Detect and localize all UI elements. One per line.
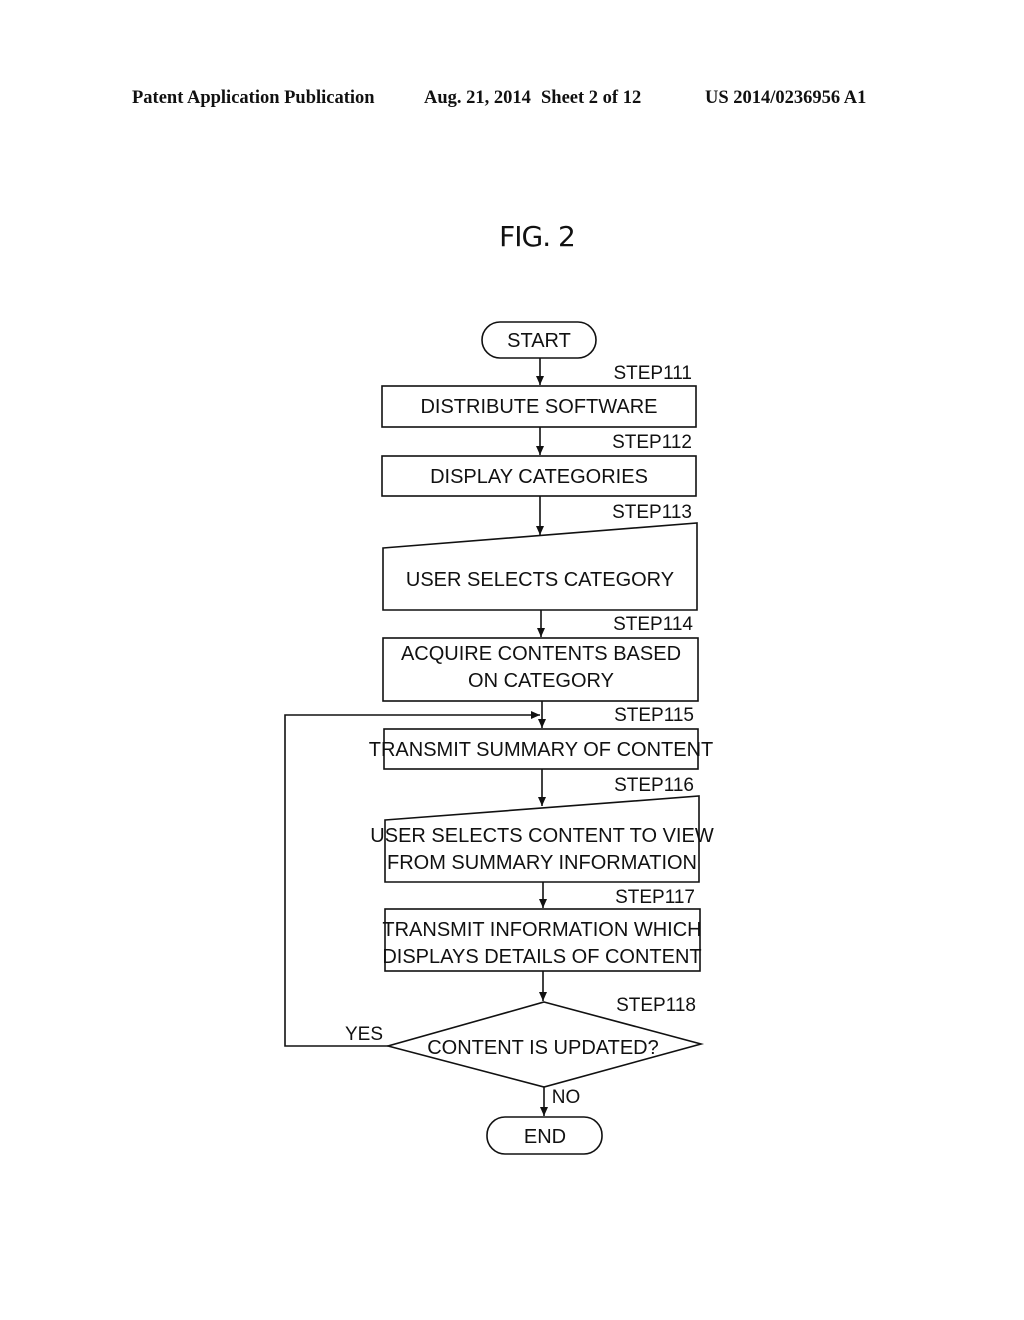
manual-input-step116: USER SELECTS CONTENT TO VIEW FROM SUMMAR… <box>370 795 714 883</box>
step-label: STEP111 <box>613 363 692 384</box>
step-text: ON CATEGORY <box>468 670 614 692</box>
step-label: STEP117 <box>615 887 695 908</box>
step-label: STEP113 <box>612 502 692 523</box>
loop-back-connector <box>284 711 540 1047</box>
no-label: NO <box>552 1087 581 1108</box>
step-text: DISTRIBUTE SOFTWARE <box>420 396 657 418</box>
step-text: TRANSMIT INFORMATION WHICH <box>382 919 701 941</box>
step-text: USER SELECTS CATEGORY <box>406 569 674 591</box>
step-text: FROM SUMMARY INFORMATION <box>387 852 697 874</box>
decision-text: CONTENT IS UPDATED? <box>427 1037 659 1059</box>
step-label: STEP112 <box>612 432 692 453</box>
step-text: USER SELECTS CONTENT TO VIEW <box>370 825 714 847</box>
step-label: STEP114 <box>613 614 693 635</box>
process-box-step111: DISTRIBUTE SOFTWARE <box>381 385 697 428</box>
process-box-step112: DISPLAY CATEGORIES <box>381 455 697 497</box>
process-box-step114: ACQUIRE CONTENTS BASED ON CATEGORY <box>382 637 699 702</box>
start-terminal: START <box>481 321 597 359</box>
step-text: DISPLAY CATEGORIES <box>430 466 648 488</box>
step-label: STEP115 <box>614 705 694 726</box>
process-box-step115: TRANSMIT SUMMARY OF CONTENT <box>369 728 713 770</box>
step-text: DISPLAYS DETAILS OF CONTENT <box>382 946 701 968</box>
flowchart: START STEP111 DISTRIBUTE SOFTWARE STEP11… <box>284 321 714 1155</box>
end-terminal: END <box>486 1116 603 1155</box>
manual-input-step113: USER SELECTS CATEGORY <box>382 522 698 611</box>
step-label: STEP116 <box>614 775 694 796</box>
step-label: STEP118 <box>616 995 696 1016</box>
step-text: TRANSMIT SUMMARY OF CONTENT <box>369 739 713 761</box>
step-text: ACQUIRE CONTENTS BASED <box>401 643 681 665</box>
yes-label: YES <box>345 1024 383 1045</box>
process-box-step117: TRANSMIT INFORMATION WHICH DISPLAYS DETA… <box>382 908 702 972</box>
end-label: END <box>524 1126 566 1148</box>
start-label: START <box>507 330 571 352</box>
